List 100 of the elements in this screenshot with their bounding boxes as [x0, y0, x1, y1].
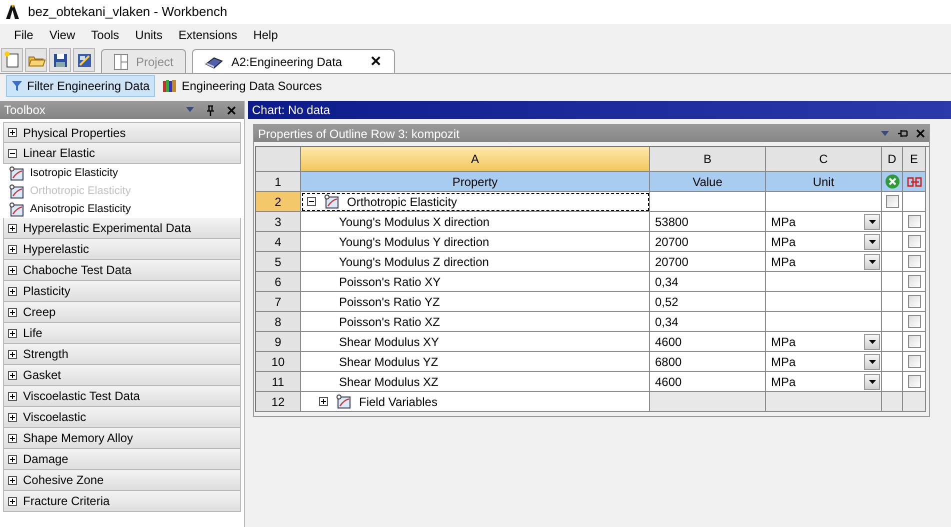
close-tab-button[interactable]: ✕ — [370, 51, 382, 72]
unit-dropdown[interactable] — [864, 254, 880, 270]
expand-icon[interactable] — [8, 244, 17, 254]
link-icon — [906, 174, 922, 188]
close-icon — [227, 106, 236, 114]
unit-dropdown[interactable] — [864, 334, 880, 350]
save-button[interactable] — [49, 48, 71, 72]
expand-icon[interactable] — [8, 286, 17, 296]
unit-dropdown[interactable] — [864, 374, 880, 390]
category-row[interactable]: Hyperelastic Experimental Data — [3, 218, 241, 239]
app-logo-icon — [4, 4, 20, 20]
property-name: Young's Modulus Z direction — [301, 252, 650, 272]
expand-icon[interactable] — [8, 266, 17, 274]
category-row[interactable]: Hyperelastic — [3, 239, 241, 260]
category-row[interactable]: Damage — [3, 449, 241, 470]
expand-icon[interactable] — [8, 128, 17, 137]
expand-icon[interactable] — [8, 454, 17, 464]
category-row[interactable]: Gasket — [3, 365, 241, 386]
checkbox[interactable] — [908, 375, 920, 388]
expand-icon[interactable] — [8, 496, 17, 506]
property-name: Shear Modulus XY — [301, 332, 650, 352]
checkbox[interactable] — [908, 295, 920, 308]
expand-icon[interactable] — [8, 392, 17, 400]
unit-dropdown[interactable] — [864, 354, 880, 370]
property-name: Poisson's Ratio XZ — [301, 312, 650, 332]
property-name: Field Variables — [359, 394, 438, 410]
category-row[interactable]: Viscoelastic — [3, 407, 241, 428]
dropdown-icon — [868, 340, 876, 344]
checkbox[interactable] — [908, 215, 920, 228]
expand-icon[interactable] — [8, 434, 17, 442]
toolbox-item[interactable]: Anisotropic Elasticity — [3, 200, 241, 218]
property-name: Orthotropic Elasticity — [347, 194, 458, 210]
expand-icon[interactable] — [8, 370, 17, 380]
property-name: Young's Modulus Y direction — [301, 232, 650, 252]
expand-icon[interactable] — [8, 476, 17, 484]
menu-item[interactable]: Tools — [85, 26, 126, 44]
menu-item[interactable]: View — [43, 26, 82, 44]
expand-icon[interactable] — [319, 397, 328, 406]
category-row[interactable]: Shape Memory Alloy — [3, 428, 241, 449]
value-cell: 0,34 — [650, 272, 766, 292]
unit-dropdown[interactable] — [864, 214, 880, 230]
category-row[interactable]: Fracture Criteria — [3, 491, 241, 512]
dropdown-icon — [868, 380, 876, 384]
pin-icon — [897, 129, 908, 138]
dropdown-icon — [868, 240, 876, 244]
category-row[interactable]: Physical Properties — [3, 122, 241, 143]
checkbox[interactable] — [908, 335, 920, 348]
toolbox-item[interactable]: Isotropic Elasticity — [3, 164, 241, 182]
row-number: 2 — [256, 192, 301, 212]
checkbox[interactable] — [886, 195, 898, 208]
column-label: Unit — [766, 172, 882, 192]
category-row[interactable]: Creep — [3, 302, 241, 323]
collapse-icon[interactable] — [8, 148, 17, 158]
expand-icon[interactable] — [8, 412, 17, 422]
menu-item[interactable]: Units — [129, 26, 168, 44]
checkbox[interactable] — [908, 355, 920, 368]
menu-item[interactable]: File — [8, 26, 40, 44]
tab[interactable]: A2:Engineering Data ✕ — [192, 49, 396, 73]
chart-header: Chart: No data — [248, 101, 951, 119]
menu-item[interactable]: Help — [247, 26, 284, 44]
category-row[interactable]: Strength — [3, 344, 241, 365]
column-label: Property — [301, 172, 650, 192]
pin-icon — [206, 104, 215, 116]
row-number: 9 — [256, 332, 301, 352]
unit-text: MPa — [771, 354, 796, 370]
new-file-icon — [2, 50, 22, 70]
category-row[interactable]: Chaboche Test Data — [3, 260, 241, 281]
new-file-button[interactable] — [1, 48, 23, 72]
column-header: C — [766, 147, 882, 172]
row-number: 3 — [256, 212, 301, 232]
expand-icon[interactable] — [8, 328, 17, 338]
checkbox[interactable] — [908, 235, 920, 248]
category-row[interactable]: Viscoelastic Test Data — [3, 386, 241, 407]
category-row[interactable]: Life — [3, 323, 241, 344]
checkbox[interactable] — [908, 275, 920, 288]
unit-dropdown[interactable] — [864, 234, 880, 250]
menu-item[interactable]: Extensions — [172, 26, 244, 44]
dropdown-icon — [868, 220, 876, 224]
value-cell: 4600 — [650, 332, 766, 352]
x-circle-icon — [884, 174, 900, 189]
expand-icon[interactable] — [8, 308, 17, 316]
chart-curve-icon — [9, 184, 24, 198]
checkbox[interactable] — [908, 255, 920, 268]
filter-button[interactable]: Filter Engineering Data — [6, 75, 155, 97]
category-row[interactable]: Linear Elastic — [3, 143, 241, 164]
expand-icon[interactable] — [8, 350, 17, 358]
filter-icon — [11, 80, 23, 92]
category-row[interactable]: Plasticity — [3, 281, 241, 302]
column-header: D — [882, 147, 903, 172]
value-cell: 4600 — [650, 372, 766, 392]
expand-icon[interactable] — [8, 224, 17, 232]
collapse-icon[interactable] — [307, 197, 316, 206]
table-cell — [882, 392, 903, 412]
open-folder-button[interactable] — [25, 48, 47, 72]
split-window-icon — [114, 54, 128, 70]
category-row[interactable]: Cohesive Zone — [3, 470, 241, 491]
checkbox[interactable] — [908, 315, 920, 328]
sources-button[interactable]: Engineering Data Sources — [156, 75, 327, 97]
wrench-screen-button[interactable] — [73, 48, 95, 72]
dropdown-icon — [868, 360, 876, 364]
